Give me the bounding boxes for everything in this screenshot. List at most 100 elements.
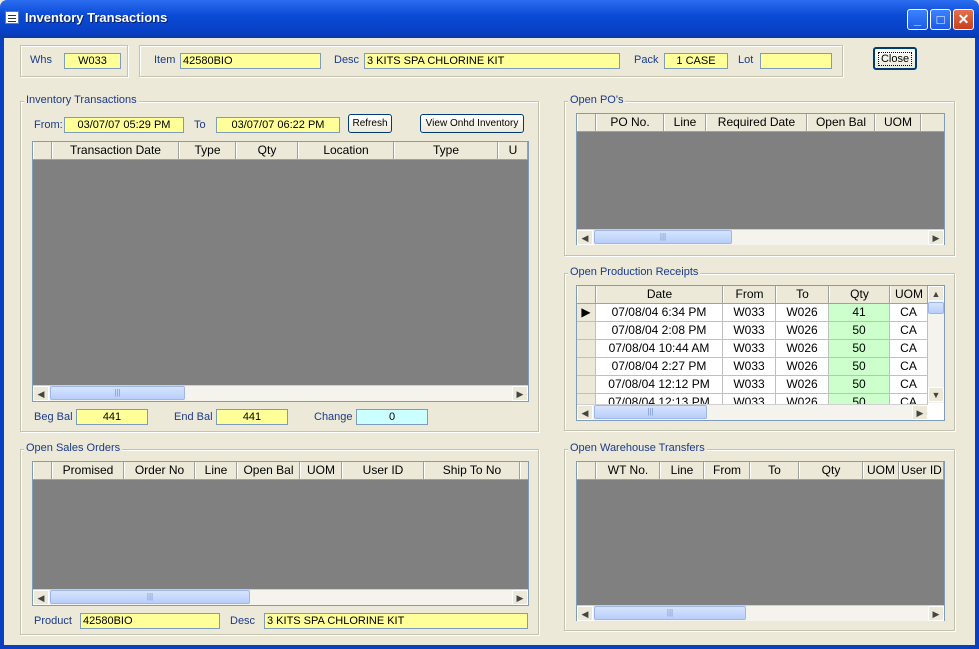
column-header[interactable]: Line xyxy=(195,462,237,479)
sales-orders-grid[interactable]: Promised Order No Line Open Bal UOM User… xyxy=(32,461,529,606)
scroll-right-icon[interactable]: ▶ xyxy=(928,606,944,621)
scroll-left-icon[interactable]: ◀ xyxy=(577,405,593,420)
maximize-button[interactable]: □ xyxy=(930,9,951,30)
cell-date[interactable]: 07/08/04 12:12 PM xyxy=(596,376,723,394)
cell-qty[interactable]: 41 xyxy=(829,304,890,322)
close-button[interactable]: Close xyxy=(873,47,917,70)
cell-to[interactable]: W026 xyxy=(776,340,829,358)
warehouse-transfers-horizontal-scrollbar[interactable]: ◀ ||| ▶ xyxy=(577,605,944,621)
column-header[interactable]: Line xyxy=(664,114,706,131)
column-header[interactable]: To xyxy=(750,462,799,479)
whs-field[interactable]: W033 xyxy=(64,53,121,69)
scroll-thumb[interactable]: ||| xyxy=(50,590,250,604)
column-header[interactable]: Transaction Date xyxy=(52,142,179,159)
cell-from[interactable]: W033 xyxy=(723,358,776,376)
column-header[interactable] xyxy=(577,114,596,131)
column-header[interactable]: Line xyxy=(660,462,704,479)
column-header[interactable]: Qty xyxy=(829,286,890,303)
column-header[interactable]: User ID xyxy=(342,462,424,479)
cell-to[interactable]: W026 xyxy=(776,358,829,376)
inventory-horizontal-scrollbar[interactable]: ◀ ||| ▶ xyxy=(33,385,528,401)
cell-to[interactable]: W026 xyxy=(776,304,829,322)
column-header[interactable] xyxy=(577,462,596,479)
column-header[interactable] xyxy=(577,286,596,303)
column-header[interactable]: WT No. xyxy=(596,462,660,479)
table-row[interactable]: 07/08/04 2:27 PM W033 W026 50 CA xyxy=(577,358,944,376)
column-header[interactable]: Open Bal xyxy=(807,114,875,131)
scroll-thumb[interactable]: ||| xyxy=(594,606,746,620)
table-row[interactable]: 07/08/04 10:44 AM W033 W026 50 CA xyxy=(577,340,944,358)
column-header[interactable] xyxy=(33,462,52,479)
open-pos-horizontal-scrollbar[interactable]: ◀ ||| ▶ xyxy=(577,229,944,245)
cell-from[interactable]: W033 xyxy=(723,340,776,358)
desc-field[interactable]: 3 KITS SPA CHLORINE KIT xyxy=(364,53,620,69)
cell-qty[interactable]: 50 xyxy=(829,340,890,358)
cell-uom[interactable]: CA xyxy=(890,376,928,394)
table-row[interactable]: ▶ 07/08/04 6:34 PM W033 W026 41 CA xyxy=(577,304,944,322)
row-selector[interactable] xyxy=(577,358,596,376)
scroll-right-icon[interactable]: ▶ xyxy=(512,386,528,401)
row-selector[interactable] xyxy=(577,340,596,358)
minimize-button[interactable]: _ xyxy=(907,9,928,30)
column-header[interactable]: Required Date xyxy=(706,114,807,131)
column-header[interactable] xyxy=(33,142,52,159)
scroll-up-icon[interactable]: ▲ xyxy=(928,286,944,301)
scroll-thumb[interactable] xyxy=(928,302,944,314)
column-header[interactable]: From xyxy=(723,286,776,303)
cell-from[interactable]: W033 xyxy=(723,304,776,322)
to-date-field[interactable]: 03/07/07 06:22 PM xyxy=(216,117,340,133)
column-header[interactable]: Qty xyxy=(799,462,863,479)
cell-date[interactable]: 07/08/04 2:08 PM xyxy=(596,322,723,340)
row-selector[interactable] xyxy=(577,376,596,394)
cell-to[interactable]: W026 xyxy=(776,322,829,340)
scroll-right-icon[interactable]: ▶ xyxy=(928,230,944,245)
scroll-right-icon[interactable]: ▶ xyxy=(512,590,528,605)
column-header[interactable]: User ID xyxy=(899,462,944,479)
column-header[interactable] xyxy=(520,462,528,479)
cell-uom[interactable]: CA xyxy=(890,358,928,376)
scroll-down-icon[interactable]: ▼ xyxy=(928,387,944,402)
refresh-button[interactable]: Refresh xyxy=(348,114,392,133)
pack-field[interactable]: 1 CASE xyxy=(664,53,728,69)
cell-from[interactable]: W033 xyxy=(723,322,776,340)
close-window-button[interactable]: ✕ xyxy=(953,9,974,30)
column-header[interactable]: PO No. xyxy=(596,114,664,131)
end-bal-field[interactable]: 441 xyxy=(216,409,288,425)
production-receipts-vertical-scrollbar[interactable]: ▲ ▼ xyxy=(928,286,944,403)
lot-field[interactable] xyxy=(760,53,832,69)
product-field[interactable]: 42580BIO xyxy=(80,613,220,629)
column-header[interactable]: Order No xyxy=(124,462,195,479)
row-selector[interactable]: ▶ xyxy=(577,304,596,322)
cell-uom[interactable]: CA xyxy=(890,340,928,358)
scroll-thumb[interactable]: ||| xyxy=(594,405,707,419)
scroll-left-icon[interactable]: ◀ xyxy=(33,386,49,401)
sales-orders-horizontal-scrollbar[interactable]: ◀ ||| ▶ xyxy=(33,589,528,605)
scroll-left-icon[interactable]: ◀ xyxy=(577,230,593,245)
cell-date[interactable]: 07/08/04 10:44 AM xyxy=(596,340,723,358)
production-receipts-horizontal-scrollbar[interactable]: ◀ ||| ▶ xyxy=(577,404,928,420)
column-header[interactable]: Type xyxy=(179,142,236,159)
column-header[interactable]: Date xyxy=(596,286,723,303)
row-selector[interactable] xyxy=(577,322,596,340)
cell-date[interactable]: 07/08/04 2:27 PM xyxy=(596,358,723,376)
column-header[interactable]: Qty xyxy=(236,142,298,159)
cell-qty[interactable]: 50 xyxy=(829,358,890,376)
scroll-left-icon[interactable]: ◀ xyxy=(33,590,49,605)
column-header[interactable]: From xyxy=(704,462,750,479)
scroll-right-icon[interactable]: ▶ xyxy=(912,405,928,420)
column-header[interactable]: UOM xyxy=(300,462,342,479)
scroll-thumb[interactable]: ||| xyxy=(50,386,185,400)
change-field[interactable]: 0 xyxy=(356,409,428,425)
column-header[interactable]: To xyxy=(776,286,829,303)
cell-uom[interactable]: CA xyxy=(890,322,928,340)
column-header[interactable]: Ship To No xyxy=(424,462,520,479)
column-header[interactable]: U xyxy=(498,142,528,159)
warehouse-transfers-grid[interactable]: WT No. Line From To Qty UOM User ID xyxy=(576,461,945,621)
column-header[interactable]: UOM xyxy=(863,462,899,479)
column-header[interactable]: Promised xyxy=(52,462,124,479)
from-date-field[interactable]: 03/07/07 05:29 PM xyxy=(64,117,184,133)
column-header[interactable]: UOM xyxy=(875,114,921,131)
cell-qty[interactable]: 50 xyxy=(829,376,890,394)
column-header[interactable]: Location xyxy=(298,142,394,159)
cell-to[interactable]: W026 xyxy=(776,376,829,394)
